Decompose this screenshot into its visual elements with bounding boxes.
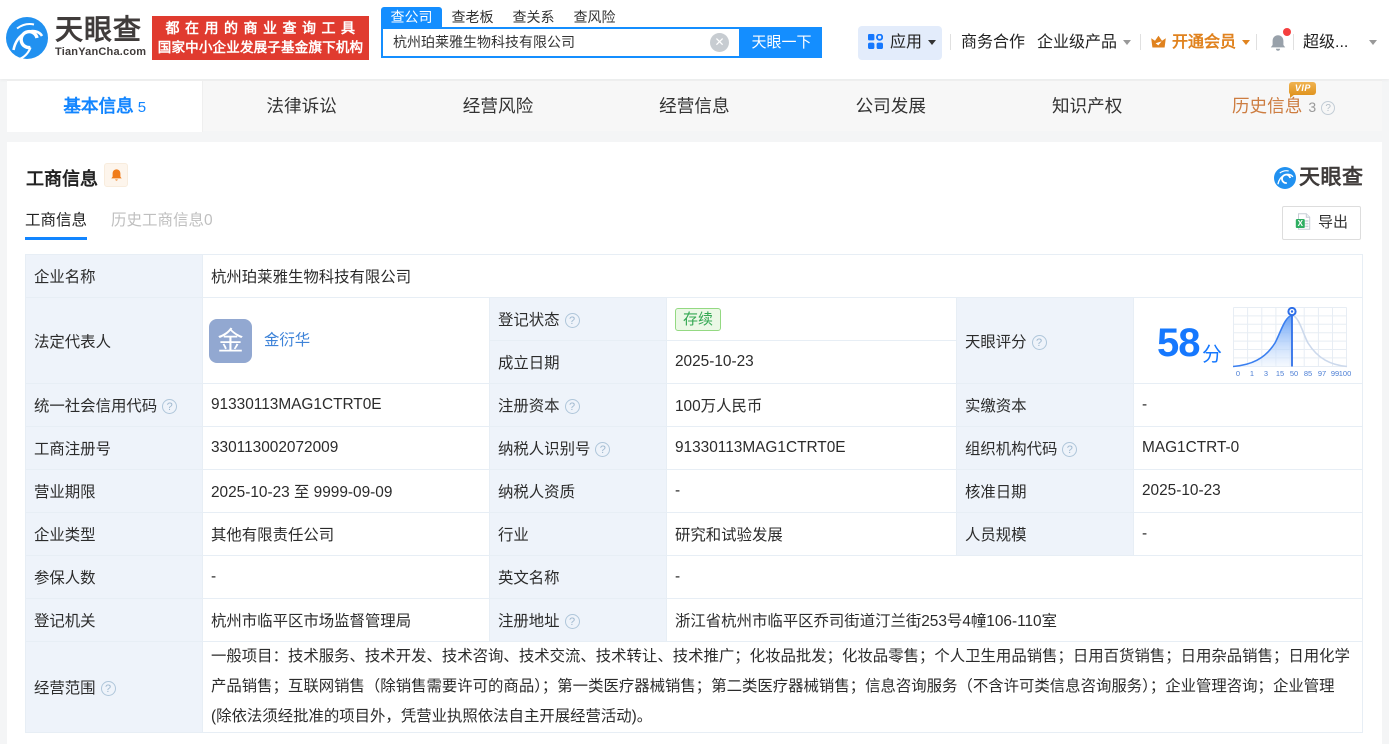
svg-text:X: X <box>1298 219 1304 228</box>
svg-text:50: 50 <box>1290 369 1298 378</box>
svg-text:3: 3 <box>1264 369 1268 378</box>
svg-text:97: 97 <box>1318 369 1326 378</box>
svg-text:1: 1 <box>1250 369 1254 378</box>
svg-text:85: 85 <box>1304 369 1312 378</box>
svg-text:100: 100 <box>1339 369 1352 378</box>
svg-text:0: 0 <box>1236 369 1240 378</box>
svg-text:15: 15 <box>1276 369 1284 378</box>
